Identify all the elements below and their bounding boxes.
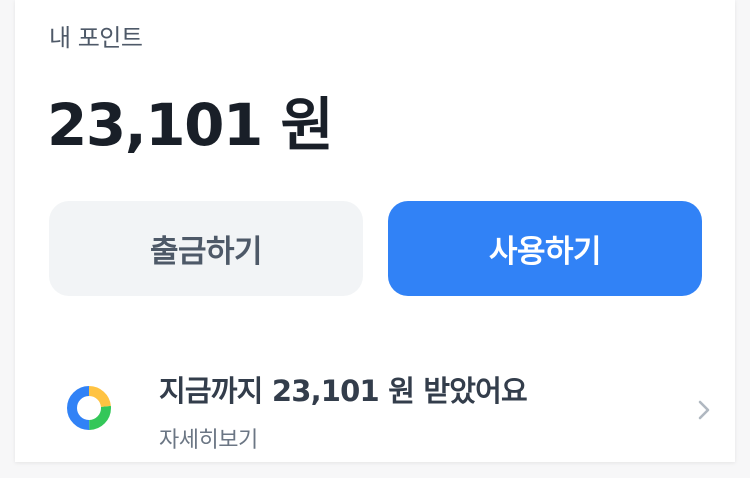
earnings-summary-row[interactable]: 지금까지 23,101 원 받았어요 자세히보기 (49, 352, 711, 454)
withdraw-button[interactable]: 출금하기 (49, 201, 363, 296)
points-card: 내 포인트 23,101 원 출금하기 사용하기 지금까지 23,101 원 받… (15, 0, 735, 462)
donut-chart-icon (67, 386, 111, 430)
points-amount: 23,101 원 (47, 91, 334, 159)
view-details-link[interactable]: 자세히보기 (159, 422, 258, 454)
use-points-button[interactable]: 사용하기 (388, 201, 702, 296)
chevron-right-icon (698, 400, 710, 420)
points-label: 내 포인트 (49, 24, 143, 52)
earnings-summary-title: 지금까지 23,101 원 받았어요 (159, 374, 528, 408)
